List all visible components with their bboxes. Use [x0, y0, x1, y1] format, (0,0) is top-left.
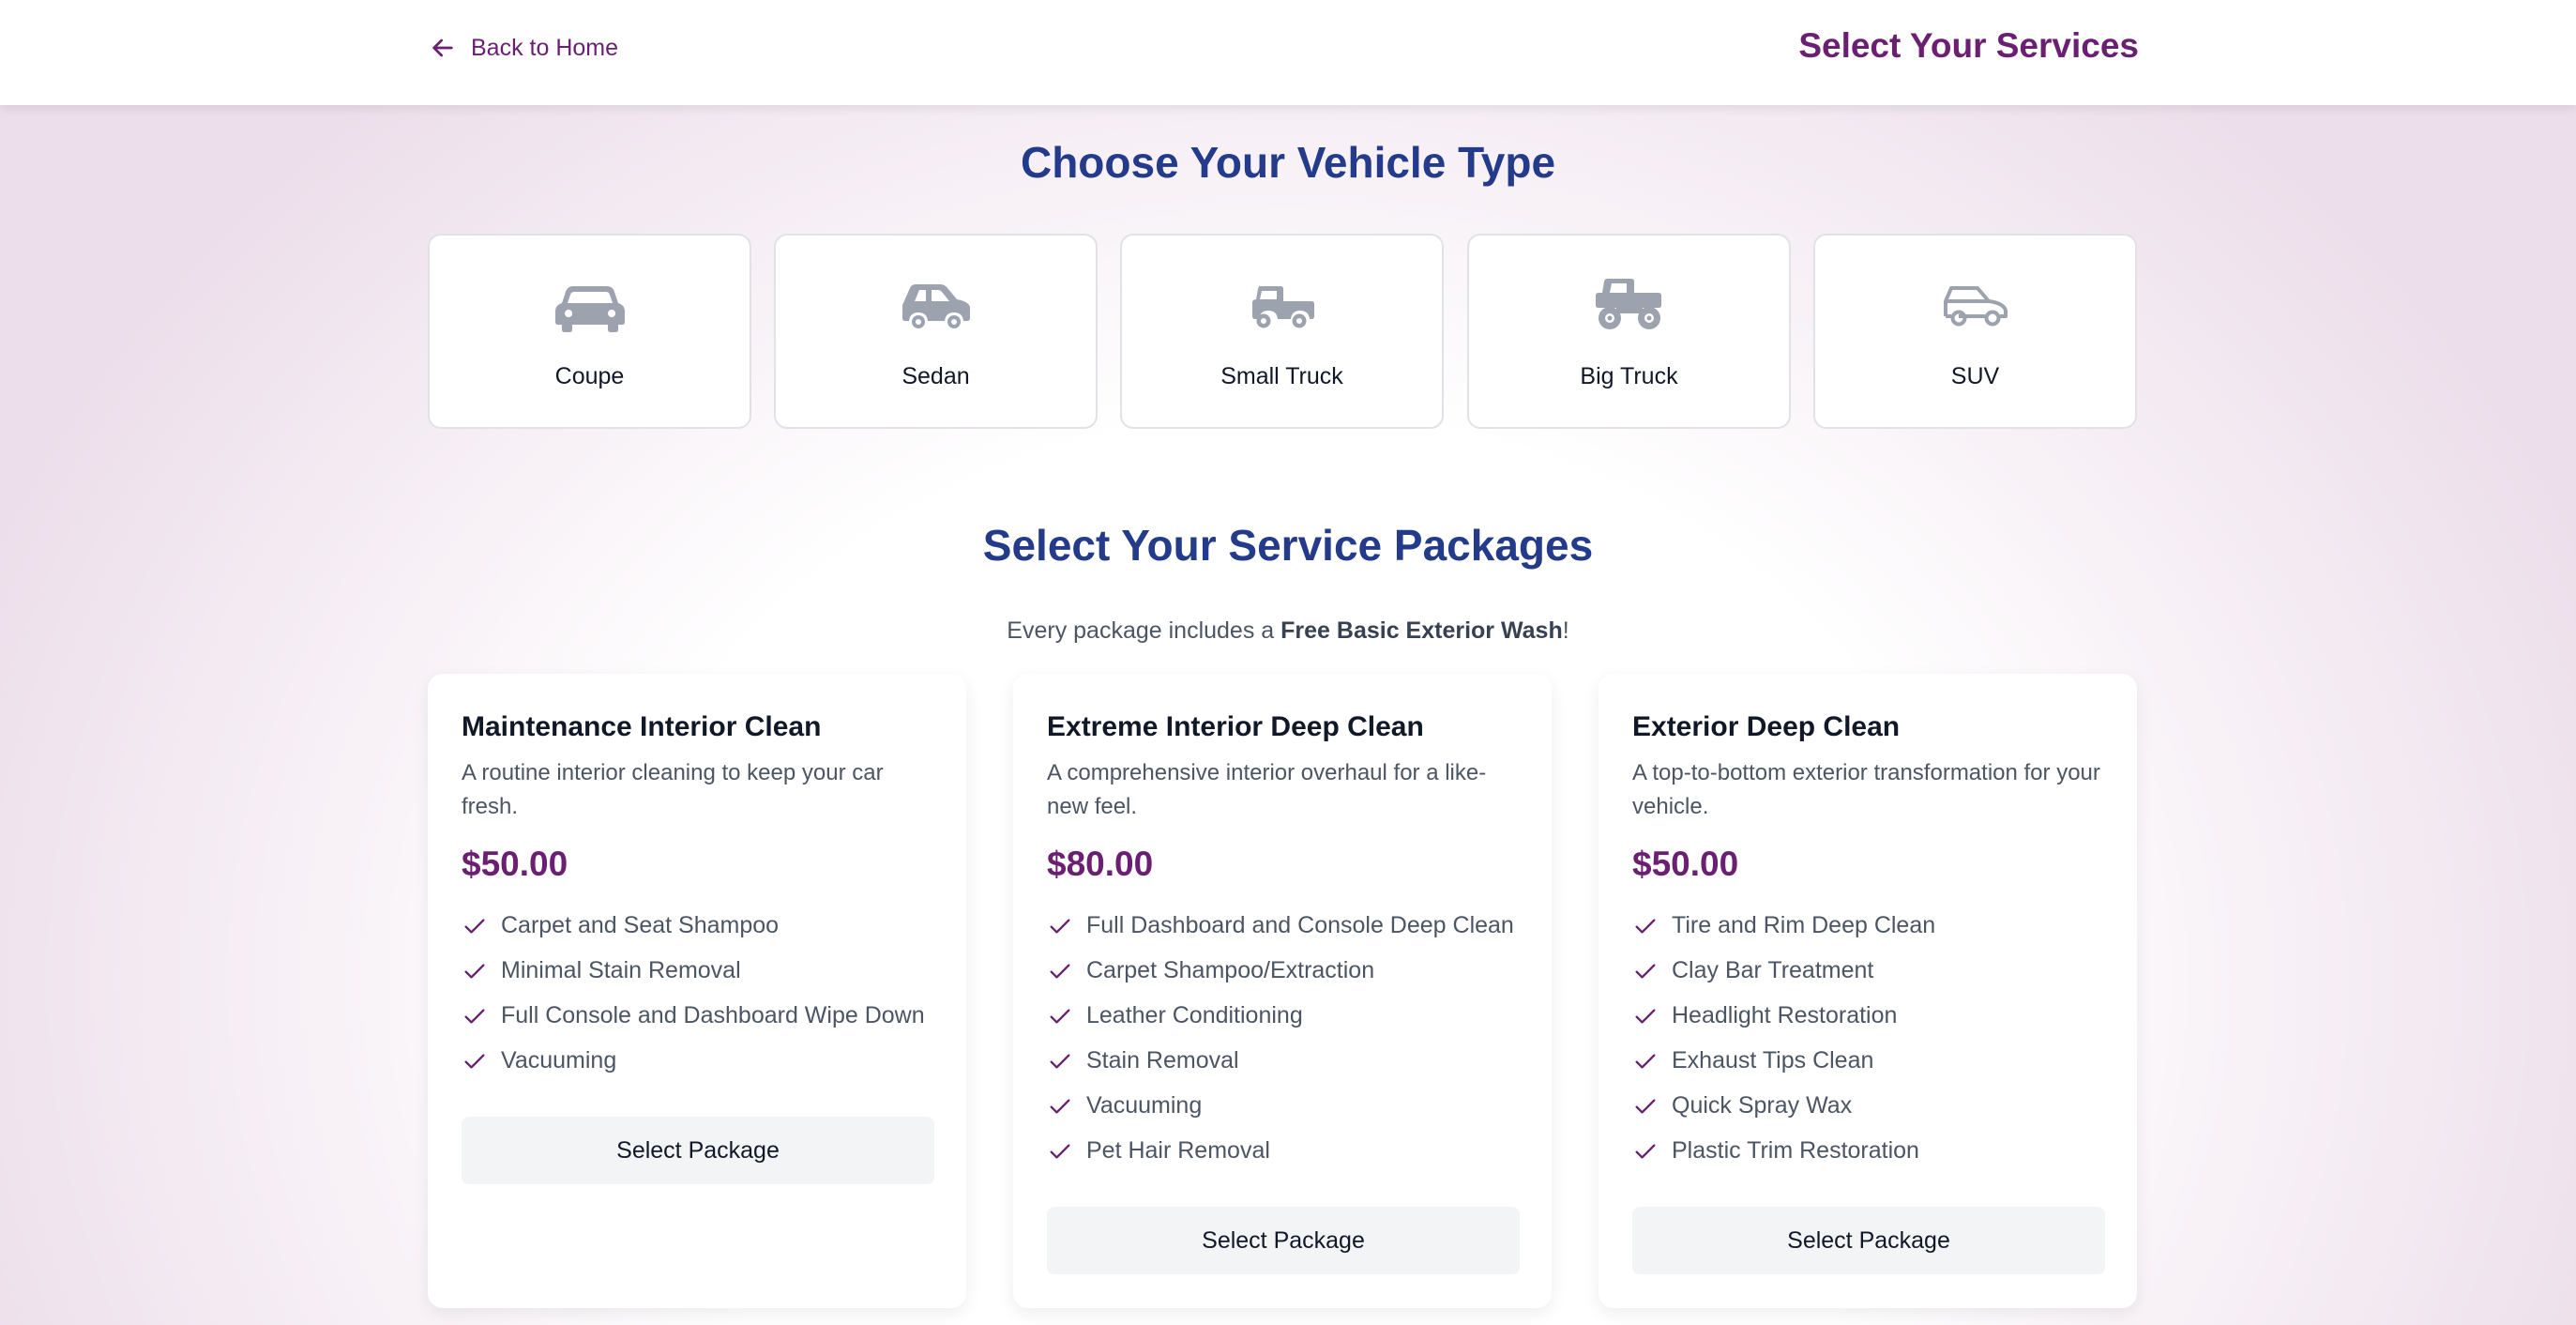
- select-package-button[interactable]: Select Package: [1632, 1207, 2105, 1274]
- feature-item: Headlight Restoration: [1632, 1002, 1935, 1047]
- package-description: A top-to-bottom exterior transformation …: [1632, 760, 2100, 819]
- check-icon: [464, 964, 485, 979]
- page-title: Select Your Services: [1798, 26, 2139, 65]
- package-feature-list: Carpet and Seat Shampoo Minimal Stain Re…: [462, 912, 925, 1092]
- package-description: A comprehensive interior overhaul for a …: [1047, 760, 1487, 819]
- coupe-car-icon: [554, 286, 625, 332]
- check-icon: [1050, 964, 1070, 979]
- vehicle-option-coupe[interactable]: Coupe: [428, 234, 751, 429]
- subtitle-suffix: !: [1562, 617, 1569, 644]
- check-icon: [1050, 1054, 1070, 1069]
- feature-item: Clay Bar Treatment: [1632, 957, 1935, 1002]
- service-packages-heading: Select Your Service Packages: [982, 521, 1594, 570]
- package-feature-list: Full Dashboard and Console Deep Clean Ca…: [1047, 912, 1514, 1182]
- package-price: $50.00: [462, 845, 568, 883]
- feature-text: Tire and Rim Deep Clean: [1672, 912, 1936, 938]
- check-icon: [1050, 1099, 1070, 1114]
- feature-text: Full Dashboard and Console Deep Clean: [1086, 912, 1514, 938]
- feature-item: Leather Conditioning: [1047, 1002, 1514, 1047]
- check-icon: [1050, 1144, 1070, 1159]
- back-to-home-link[interactable]: Back to Home: [428, 30, 618, 66]
- package-card-exterior-deep: Exterior Deep Clean A top-to-bottom exte…: [1599, 674, 2137, 1308]
- check-icon: [1635, 1009, 1656, 1024]
- feature-item: Full Dashboard and Console Deep Clean: [1047, 912, 1514, 957]
- vehicle-label: Big Truck: [1580, 363, 1678, 389]
- feature-text: Vacuuming: [501, 1047, 617, 1074]
- top-navigation-bar: Back to Home Select Your Services: [0, 0, 2576, 105]
- vehicle-option-small-truck[interactable]: Small Truck: [1120, 234, 1444, 429]
- packages-subtitle: Every package includes a Free Basic Exte…: [0, 617, 2576, 645]
- feature-item: Carpet Shampoo/Extraction: [1047, 957, 1514, 1002]
- package-name: Extreme Interior Deep Clean: [1047, 711, 1424, 742]
- check-icon: [1635, 1144, 1656, 1159]
- package-description: A routine interior cleaning to keep your…: [462, 760, 884, 819]
- feature-item: Quick Spray Wax: [1632, 1092, 1935, 1137]
- check-icon: [1050, 919, 1070, 934]
- feature-text: Quick Spray Wax: [1672, 1092, 1853, 1119]
- package-card-extreme-interior: Extreme Interior Deep Clean A comprehens…: [1013, 674, 1552, 1308]
- sedan-car-icon: [902, 284, 970, 328]
- feature-item: Full Console and Dashboard Wipe Down: [462, 1002, 925, 1047]
- feature-text: Leather Conditioning: [1086, 1002, 1303, 1028]
- check-icon: [1635, 964, 1656, 979]
- feature-item: Exhaust Tips Clean: [1632, 1047, 1935, 1092]
- big-truck-icon: [1595, 279, 1661, 329]
- feature-text: Headlight Restoration: [1672, 1002, 1898, 1028]
- vehicle-option-sedan[interactable]: Sedan: [774, 234, 1098, 429]
- feature-text: Pet Hair Removal: [1086, 1137, 1270, 1164]
- vehicle-label: Small Truck: [1220, 363, 1343, 389]
- vehicle-label: SUV: [1950, 363, 2000, 389]
- package-feature-list: Tire and Rim Deep Clean Clay Bar Treatme…: [1632, 912, 1935, 1182]
- feature-item: Minimal Stain Removal: [462, 957, 925, 1002]
- feature-item: Vacuuming: [1047, 1092, 1514, 1137]
- subtitle-prefix: Every package includes a: [1007, 617, 1281, 644]
- feature-item: Tire and Rim Deep Clean: [1632, 912, 1935, 957]
- package-name: Exterior Deep Clean: [1632, 711, 1901, 742]
- feature-item: Pet Hair Removal: [1047, 1137, 1514, 1182]
- vehicle-option-big-truck[interactable]: Big Truck: [1467, 234, 1791, 429]
- check-icon: [1635, 1054, 1656, 1069]
- vehicle-type-heading: Choose Your Vehicle Type: [1020, 138, 1556, 187]
- feature-text: Carpet and Seat Shampoo: [501, 912, 780, 938]
- check-icon: [1635, 1099, 1656, 1114]
- arrow-left-icon: [432, 38, 453, 57]
- vehicle-label: Coupe: [554, 363, 625, 389]
- check-icon: [464, 1054, 485, 1069]
- vehicle-label: Sedan: [902, 363, 970, 389]
- package-name: Maintenance Interior Clean: [462, 711, 822, 742]
- feature-text: Clay Bar Treatment: [1672, 957, 1874, 983]
- feature-text: Plastic Trim Restoration: [1672, 1137, 1919, 1164]
- select-package-button[interactable]: Select Package: [462, 1117, 934, 1184]
- back-to-home-label: Back to Home: [471, 34, 619, 61]
- vehicle-option-suv[interactable]: SUV: [1813, 234, 2137, 429]
- feature-text: Stain Removal: [1086, 1047, 1239, 1074]
- feature-item: Carpet and Seat Shampoo: [462, 912, 925, 957]
- feature-item: Plastic Trim Restoration: [1632, 1137, 1935, 1182]
- feature-text: Minimal Stain Removal: [501, 957, 741, 983]
- feature-text: Carpet Shampoo/Extraction: [1086, 957, 1375, 983]
- package-card-maintenance-interior: Maintenance Interior Clean A routine int…: [428, 674, 966, 1308]
- vehicle-type-options: Coupe Sedan Small Truck Big Truck SUV: [428, 234, 2138, 429]
- feature-text: Exhaust Tips Clean: [1672, 1047, 1874, 1074]
- subtitle-highlight: Free Basic Exterior Wash: [1280, 617, 1563, 644]
- feature-item: Vacuuming: [462, 1047, 925, 1092]
- package-price: $50.00: [1632, 845, 1739, 883]
- feature-text: Vacuuming: [1086, 1092, 1203, 1119]
- check-icon: [464, 1009, 485, 1024]
- select-package-button[interactable]: Select Package: [1047, 1207, 1520, 1274]
- check-icon: [1635, 919, 1656, 934]
- check-icon: [1050, 1009, 1070, 1024]
- suv-icon: [1943, 286, 2008, 327]
- feature-item: Stain Removal: [1047, 1047, 1514, 1092]
- package-price: $80.00: [1047, 845, 1154, 883]
- check-icon: [464, 919, 485, 934]
- feature-text: Full Console and Dashboard Wipe Down: [501, 1002, 925, 1028]
- small-truck-icon: [1251, 285, 1314, 328]
